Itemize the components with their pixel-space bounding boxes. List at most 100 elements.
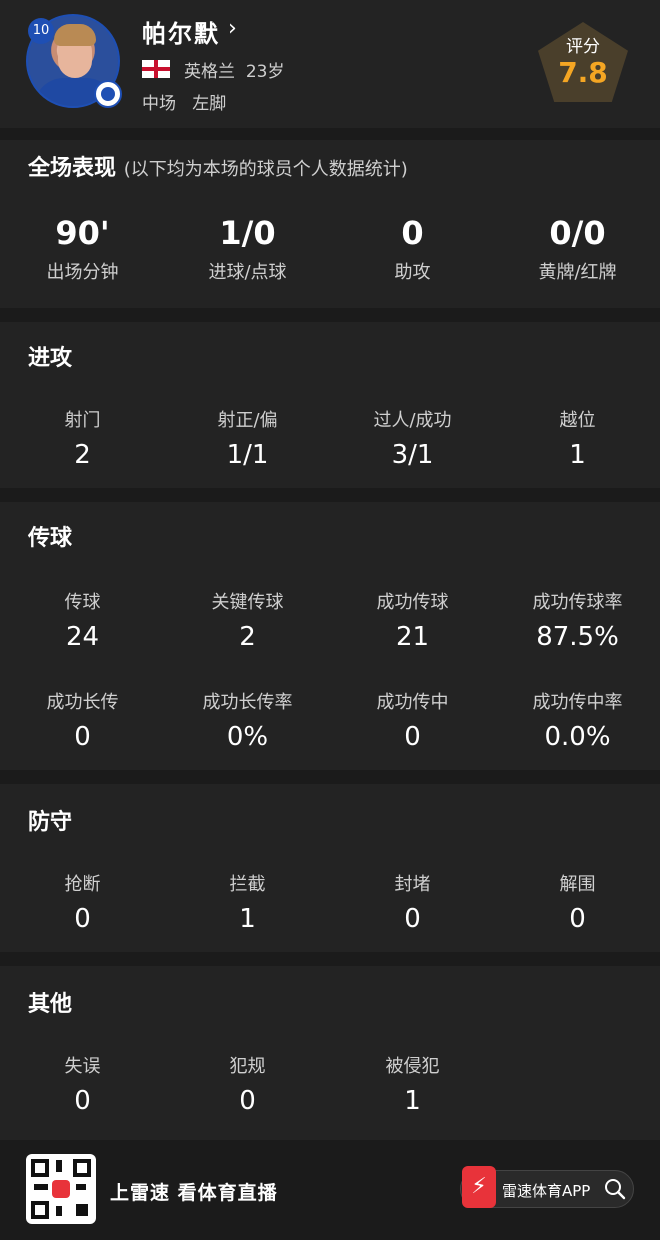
stat-interceptions: 拦截 1	[165, 870, 330, 934]
stat-value: 0	[404, 722, 421, 752]
section-title: 其他	[28, 992, 73, 1017]
stat-label: 成功长传	[46, 692, 119, 713]
position: 中场	[142, 94, 176, 114]
stat-accurate-passes: 成功传球 21	[330, 588, 495, 652]
stat-key-passes: 关键传球 2	[165, 588, 330, 652]
section-title-text: 全场表现	[28, 156, 117, 181]
stat-label: 成功长传率	[202, 692, 293, 713]
section-title: 防守	[28, 810, 73, 835]
stat-label: 出场分钟	[46, 262, 119, 283]
chevron-right-icon[interactable]: ›	[228, 16, 237, 41]
section-title: 进攻	[28, 346, 73, 371]
player-header: 10 帕尔默 › 英格兰 23岁 中场 左脚 评分 7.8	[0, 0, 660, 128]
stat-label: 越位	[559, 410, 596, 431]
stat-value: 24	[65, 622, 100, 652]
stat-passes: 传球 24	[0, 588, 165, 652]
stat-minutes: 90' 出场分钟	[0, 214, 165, 284]
stat-value: 0.0%	[544, 722, 611, 752]
stat-label: 黄牌/红牌	[538, 262, 617, 283]
stat-label: 犯规	[229, 1056, 266, 1077]
section-title: 全场表现 (以下均为本场的球员个人数据统计)	[28, 150, 408, 182]
stat-label: 失误	[64, 1056, 101, 1077]
stat-label: 进球/点球	[208, 262, 287, 283]
stat-value: 1	[569, 440, 586, 470]
stat-label: 解围	[559, 874, 596, 895]
stat-label: 传球	[64, 592, 101, 613]
stat-value: 1	[239, 904, 256, 934]
section-other: 其他 失误 0 犯规 0 被侵犯 1	[0, 966, 660, 1140]
stat-assists: 0 助攻	[330, 214, 495, 284]
section-attack: 进攻 射门 2 射正/偏 1/1 过人/成功 3/1 越位 1	[0, 322, 660, 488]
stat-label: 抢断	[64, 874, 101, 895]
stat-value: 3/1	[391, 440, 434, 470]
stat-label: 助攻	[394, 262, 431, 283]
stat-value: 0%	[226, 722, 269, 752]
stat-clearances: 解围 0	[495, 870, 660, 934]
section-overview: 全场表现 (以下均为本场的球员个人数据统计) 90' 出场分钟 1/0 进球/点…	[0, 140, 660, 308]
stat-value: 0	[401, 214, 424, 252]
stat-label: 射正/偏	[217, 410, 278, 431]
stat-long-balls: 成功长传 0	[0, 688, 165, 752]
section-note: (以下均为本场的球员个人数据统计)	[123, 159, 408, 180]
stat-cross-accuracy: 成功传中率 0.0%	[495, 688, 660, 752]
stat-value: 1	[404, 1086, 421, 1116]
stat-goals: 1/0 进球/点球	[165, 214, 330, 284]
stat-label: 被侵犯	[385, 1056, 440, 1077]
stat-cards: 0/0 黄牌/红牌	[495, 214, 660, 284]
stat-label: 过人/成功	[373, 410, 452, 431]
stat-crosses: 成功传中 0	[330, 688, 495, 752]
promo-footer: 上雷速 看体育直播 ⚡ 雷速体育APP	[0, 1140, 660, 1240]
stat-long-ball-accuracy: 成功长传率 0%	[165, 688, 330, 752]
stat-offsides: 越位 1	[495, 406, 660, 470]
stat-label: 射门	[64, 410, 101, 431]
player-name[interactable]: 帕尔默	[142, 14, 220, 49]
preferred-foot: 左脚	[192, 94, 227, 114]
stat-tackles: 抢断 0	[0, 870, 165, 934]
stat-value: 0/0	[549, 214, 606, 252]
stat-value: 1/1	[226, 440, 269, 470]
search-icon[interactable]	[604, 1178, 626, 1200]
stat-label: 关键传球	[211, 592, 284, 613]
stat-label: 成功传中	[376, 692, 449, 713]
stat-value: 87.5%	[536, 622, 619, 652]
stat-label: 成功传球	[376, 592, 449, 613]
age: 23岁	[245, 62, 285, 82]
stat-errors: 失误 0	[0, 1052, 165, 1116]
stat-label: 封堵	[394, 874, 431, 895]
stat-pass-accuracy: 成功传球率 87.5%	[495, 588, 660, 652]
section-defense: 防守 抢断 0 拦截 1 封堵 0 解围 0	[0, 784, 660, 952]
rating-value: 7.8	[558, 56, 608, 89]
player-avatar-group[interactable]: 10	[26, 14, 122, 108]
section-passing: 传球 传球 24 关键传球 2 成功传球 21 成功传球率 87.5% 成功长传…	[0, 502, 660, 770]
stat-value: 2	[74, 440, 91, 470]
stat-value: 1/0	[219, 214, 276, 252]
stat-value: 0	[74, 1086, 91, 1116]
section-title: 传球	[28, 526, 73, 551]
stat-value: 0	[239, 1086, 256, 1116]
position-foot: 中场 左脚	[142, 89, 226, 114]
app-name: 雷速体育APP	[502, 1182, 591, 1200]
stat-value: 90'	[55, 214, 110, 252]
stat-dribbles: 过人/成功 3/1	[330, 406, 495, 470]
stat-value: 0	[74, 904, 91, 934]
england-flag-icon	[142, 60, 170, 78]
promo-slogan: 上雷速 看体育直播	[110, 1182, 278, 1204]
lightning-app-icon: ⚡	[462, 1166, 496, 1208]
nationality: 英格兰	[184, 62, 235, 82]
stat-blocks: 封堵 0	[330, 870, 495, 934]
stat-label: 成功传球率	[532, 592, 623, 613]
stat-fouled: 被侵犯 1	[330, 1052, 495, 1116]
stat-value: 2	[239, 622, 256, 652]
stat-value: 0	[74, 722, 91, 752]
stat-fouls: 犯规 0	[165, 1052, 330, 1116]
shirt-number-badge: 10	[28, 18, 54, 44]
qr-code-icon[interactable]	[26, 1154, 96, 1224]
stat-label: 拦截	[229, 874, 266, 895]
stat-value: 21	[395, 622, 430, 652]
stat-value: 0	[569, 904, 586, 934]
stat-shots: 射门 2	[0, 406, 165, 470]
nationality-age: 英格兰 23岁	[184, 57, 284, 82]
club-crest-icon	[94, 80, 122, 108]
rating-label: 评分	[566, 37, 600, 57]
stat-shots-on-off: 射正/偏 1/1	[165, 406, 330, 470]
